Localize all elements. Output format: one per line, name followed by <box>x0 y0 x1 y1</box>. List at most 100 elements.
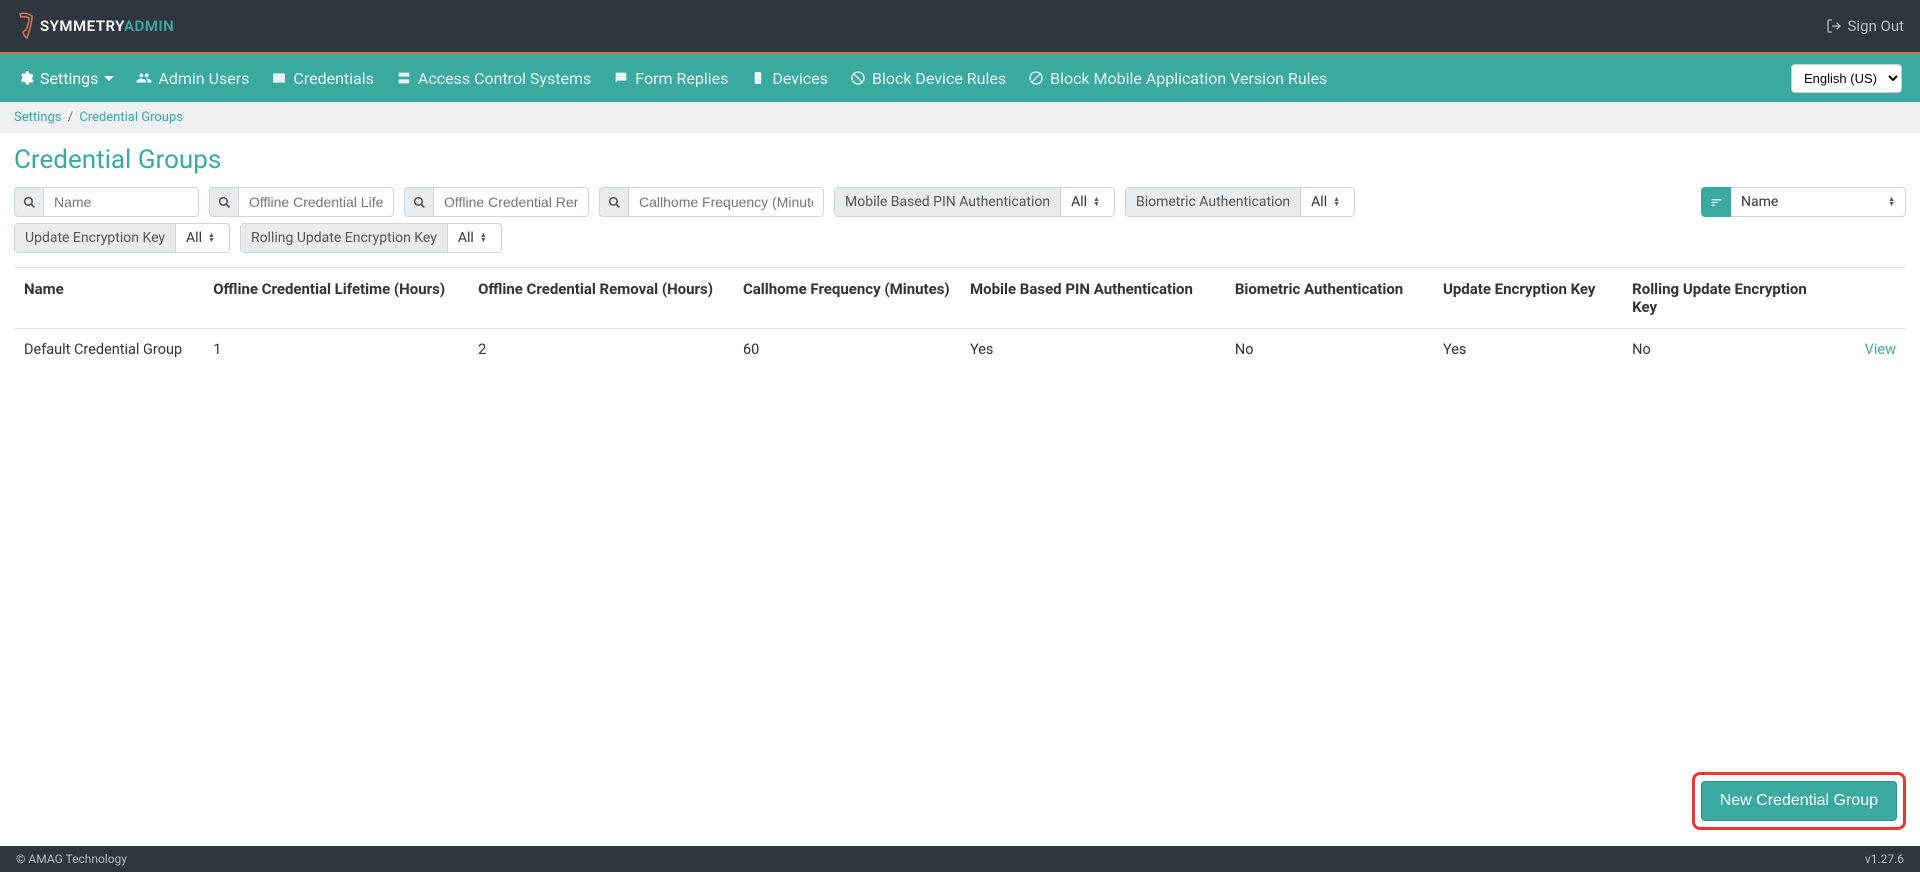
logo-icon <box>16 12 38 40</box>
cell-offline-lifetime: 1 <box>203 329 468 371</box>
nav-settings-label: Settings <box>40 69 98 88</box>
th-mobile-pin: Mobile Based PIN Authentication <box>960 268 1225 329</box>
filters-row-1: Mobile Based PIN Authentication All ▲▼ B… <box>14 187 1906 217</box>
gear-icon <box>18 70 34 86</box>
cell-callhome: 60 <box>733 329 960 371</box>
nav-devices[interactable]: Devices <box>750 69 828 88</box>
sort-arrows-icon: ▲▼ <box>1888 197 1895 207</box>
filter-callhome-input[interactable] <box>629 187 824 217</box>
mobile-icon <box>750 70 766 86</box>
sign-out-icon <box>1826 18 1842 34</box>
cell-rolling-key: No <box>1622 329 1830 371</box>
filter-mobile-pin-value[interactable]: All ▲▼ <box>1061 188 1114 216</box>
cell-biometric: No <box>1225 329 1433 371</box>
filter-biometric-label: Biometric Authentication <box>1126 188 1301 216</box>
th-name: Name <box>14 268 203 329</box>
search-icon <box>14 187 44 217</box>
nav-block-device-rules[interactable]: Block Device Rules <box>850 69 1006 88</box>
sign-out-link[interactable]: Sign Out <box>1826 17 1904 35</box>
filter-biometric[interactable]: Biometric Authentication All ▲▼ <box>1125 187 1355 217</box>
content: Credential Groups Mobile <box>0 133 1920 450</box>
sort-select[interactable]: Name ▲▼ <box>1731 187 1906 217</box>
page-title: Credential Groups <box>14 145 1906 175</box>
users-icon <box>136 70 152 86</box>
nav-block-mobile-rules[interactable]: Block Mobile Application Version Rules <box>1028 69 1327 88</box>
ban-icon <box>1028 70 1044 86</box>
new-credential-group-button[interactable]: New Credential Group <box>1701 781 1897 821</box>
nav-block-device-label: Block Device Rules <box>872 69 1006 88</box>
cell-name: Default Credential Group <box>14 329 203 371</box>
credential-groups-table: Name Offline Credential Lifetime (Hours)… <box>14 267 1906 370</box>
nav-settings[interactable]: Settings <box>18 69 114 88</box>
filter-biometric-value[interactable]: All ▲▼ <box>1301 188 1354 216</box>
block-icon <box>850 70 866 86</box>
filter-name-input[interactable] <box>44 187 199 217</box>
topbar: SYMMETRYADMIN Sign Out <box>0 0 1920 54</box>
th-update-key: Update Encryption Key <box>1433 268 1622 329</box>
breadcrumb-sep: / <box>68 110 73 125</box>
th-rolling-key: Rolling Update Encryption Key <box>1622 268 1830 329</box>
chat-icon <box>613 70 629 86</box>
filters-row-2: Update Encryption Key All ▲▼ Rolling Upd… <box>14 223 1906 253</box>
nav-credentials[interactable]: Credentials <box>271 69 374 88</box>
search-icon <box>404 187 434 217</box>
sort-icon[interactable] <box>1701 187 1731 217</box>
sort-arrows-icon: ▲▼ <box>208 233 215 243</box>
nav-credentials-label: Credentials <box>293 69 374 88</box>
logo: SYMMETRYADMIN <box>16 12 174 40</box>
nav-form-replies-label: Form Replies <box>635 69 728 88</box>
filter-rolling-key-value[interactable]: All ▲▼ <box>448 224 501 252</box>
th-offline-lifetime: Offline Credential Lifetime (Hours) <box>203 268 468 329</box>
filter-rolling-key-label: Rolling Update Encryption Key <box>241 224 448 252</box>
table-header-row: Name Offline Credential Lifetime (Hours)… <box>14 268 1906 329</box>
breadcrumb: Settings / Credential Groups <box>0 102 1920 133</box>
server-icon <box>396 70 412 86</box>
navbar: Settings Admin Users Credentials Access … <box>0 54 1920 102</box>
search-icon <box>209 187 239 217</box>
th-callhome: Callhome Frequency (Minutes) <box>733 268 960 329</box>
table-row: Default Credential Group 1 2 60 Yes No Y… <box>14 329 1906 371</box>
nav-admin-users-label: Admin Users <box>158 69 249 88</box>
th-biometric: Biometric Authentication <box>1225 268 1433 329</box>
cell-mobile-pin: Yes <box>960 329 1225 371</box>
cell-update-key: Yes <box>1433 329 1622 371</box>
footer-version: v1.27.6 <box>1865 852 1904 866</box>
search-icon <box>599 187 629 217</box>
filter-offline-removal <box>404 187 589 217</box>
filter-offline-lifetime-input[interactable] <box>239 187 394 217</box>
filter-update-key[interactable]: Update Encryption Key All ▲▼ <box>14 223 230 253</box>
language-select[interactable]: English (US) <box>1791 64 1902 93</box>
filter-mobile-pin[interactable]: Mobile Based PIN Authentication All ▲▼ <box>834 187 1115 217</box>
nav-form-replies[interactable]: Form Replies <box>613 69 728 88</box>
filter-callhome <box>599 187 824 217</box>
view-link[interactable]: View <box>1865 341 1896 358</box>
th-offline-removal: Offline Credential Removal (Hours) <box>468 268 733 329</box>
nav-admin-users[interactable]: Admin Users <box>136 69 249 88</box>
nav-block-mobile-label: Block Mobile Application Version Rules <box>1050 69 1327 88</box>
sort-arrows-icon: ▲▼ <box>1093 197 1100 207</box>
filter-mobile-pin-label: Mobile Based PIN Authentication <box>835 188 1061 216</box>
breadcrumb-current[interactable]: Credential Groups <box>79 110 183 125</box>
breadcrumb-settings[interactable]: Settings <box>14 110 61 125</box>
filter-update-key-label: Update Encryption Key <box>15 224 176 252</box>
sort-arrows-icon: ▲▼ <box>1333 197 1340 207</box>
action-bar: New Credential Group <box>1692 772 1906 830</box>
filter-rolling-key[interactable]: Rolling Update Encryption Key All ▲▼ <box>240 223 502 253</box>
nav-devices-label: Devices <box>772 69 828 88</box>
footer: © AMAG Technology v1.27.6 <box>0 846 1920 872</box>
nav-access-control[interactable]: Access Control Systems <box>396 69 591 88</box>
filter-update-key-value[interactable]: All ▲▼ <box>176 224 229 252</box>
id-card-icon <box>271 70 287 86</box>
filter-offline-removal-input[interactable] <box>434 187 589 217</box>
cell-offline-removal: 2 <box>468 329 733 371</box>
sort-control: Name ▲▼ <box>1701 187 1906 217</box>
sign-out-label: Sign Out <box>1848 17 1904 35</box>
brand-text-a: SYMMETRY <box>40 17 124 35</box>
filter-offline-lifetime <box>209 187 394 217</box>
caret-down-icon <box>104 76 114 86</box>
sort-arrows-icon: ▲▼ <box>480 233 487 243</box>
footer-copyright: © AMAG Technology <box>16 852 127 866</box>
highlight-annotation: New Credential Group <box>1692 772 1906 830</box>
nav-access-control-label: Access Control Systems <box>418 69 591 88</box>
brand-text-b: ADMIN <box>124 17 174 35</box>
